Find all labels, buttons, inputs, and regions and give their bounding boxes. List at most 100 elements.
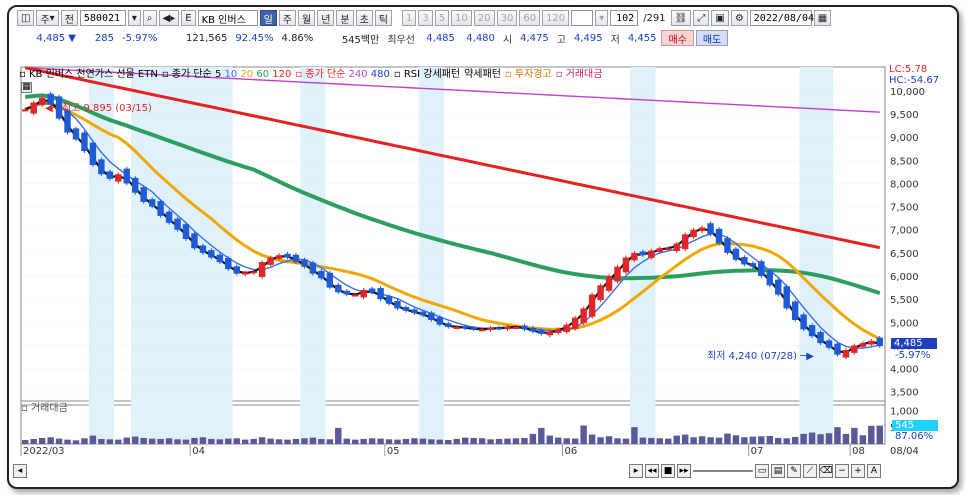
candle-body — [233, 266, 240, 274]
volume-bar — [351, 439, 359, 444]
legend-ma: ▫ 종가 단순 5 10 20 60 120 — [161, 69, 292, 80]
candle-body — [749, 263, 757, 267]
zoom-out-icon[interactable]: − — [835, 464, 849, 478]
candle-body — [368, 288, 376, 293]
candle-body — [876, 337, 883, 347]
volume-bar — [766, 435, 773, 444]
chart-nav: ▸ ◂◂ ■ ▸▸ ▭ ▤ ✎ ⟋ ⌫ − + A — [629, 463, 881, 479]
volume-bar — [724, 433, 731, 444]
nav-stop-icon[interactable]: ■ — [661, 464, 675, 478]
candle-body — [157, 201, 164, 216]
candle-body — [402, 307, 410, 311]
erase-icon[interactable]: ⌫ — [819, 464, 833, 478]
volume-bar — [55, 438, 63, 444]
candle-body — [555, 329, 562, 333]
candle-body — [758, 261, 765, 277]
volume-bar — [22, 439, 29, 444]
candle-body — [656, 248, 664, 252]
shade-region — [300, 67, 326, 444]
candle-body — [81, 132, 88, 152]
chart-window: ◫ 주 ▾ 전 580021 ▾ ⌕ ◀▸ E KB 인버스 일 주 월 년 분 … — [7, 5, 959, 489]
candle-body — [639, 251, 647, 256]
volume-bar — [690, 437, 697, 444]
high-annotation: ◀─ 최고 9,895 (03/15) — [45, 103, 152, 114]
volume-bar — [571, 438, 579, 444]
candle-body — [859, 343, 867, 347]
table-toggle-icon[interactable]: ▦ — [21, 82, 32, 93]
volume-bar — [368, 438, 376, 444]
candle-body — [377, 288, 384, 300]
price-axis-label: 7,000 — [890, 226, 919, 237]
volume-bar — [267, 438, 274, 444]
candle-body — [165, 211, 173, 223]
volume-bar — [461, 437, 469, 444]
candle-body — [614, 266, 621, 282]
current-pct-tag: -5.97% — [895, 350, 931, 361]
candle-body — [580, 308, 587, 324]
volume-bar — [335, 427, 342, 444]
volume-bar — [98, 438, 105, 444]
candle-body — [89, 142, 97, 165]
trend-icon[interactable]: ⟋ — [803, 464, 817, 478]
candle-body — [512, 326, 520, 329]
volume-bar — [656, 438, 664, 444]
candle-body — [563, 324, 570, 333]
volume-bar — [851, 427, 858, 444]
nav-next-icon[interactable]: ▸ — [629, 464, 643, 478]
candle-body — [631, 252, 638, 261]
candle-body — [588, 294, 596, 317]
price-axis-label: 7,500 — [890, 203, 919, 214]
volume-bar — [732, 435, 740, 444]
candle-body — [216, 254, 224, 263]
candle-body — [318, 270, 325, 279]
zoom-in-icon[interactable]: + — [851, 464, 865, 478]
candle-body — [225, 257, 232, 270]
volume-bar — [284, 439, 291, 444]
candle-body — [436, 317, 444, 325]
volume-bar — [749, 436, 757, 444]
candle-body — [30, 102, 37, 114]
volume-bar — [470, 437, 477, 444]
nav-last-icon[interactable]: ▸▸ — [677, 464, 691, 478]
font-icon[interactable]: A — [867, 464, 881, 478]
grid-icon[interactable]: ▤ — [771, 464, 785, 478]
volume-bar — [275, 439, 283, 444]
volume-bar — [258, 437, 266, 444]
volume-bar — [758, 436, 765, 444]
draw-icon[interactable]: ✎ — [787, 464, 801, 478]
zoom-slider[interactable] — [693, 470, 753, 472]
scroll-left-icon[interactable]: ◂ — [13, 464, 27, 478]
time-axis-label: 04 — [192, 446, 205, 457]
volume-bar — [665, 438, 672, 444]
layout-icon[interactable]: ▭ — [755, 464, 769, 478]
nav-first-icon[interactable]: ◂◂ — [645, 464, 659, 478]
volume-bar — [241, 439, 249, 444]
price-axis-label: 8,000 — [890, 179, 919, 190]
volume-bar — [563, 438, 570, 444]
volume-bar — [478, 438, 486, 444]
candle-body — [521, 325, 528, 330]
candle-body — [182, 224, 190, 239]
candle-body — [461, 326, 469, 329]
volume-bar — [47, 437, 54, 444]
volume-bar — [842, 433, 850, 444]
hc-label: HC:-54.67 — [889, 75, 940, 86]
candle-body — [419, 311, 427, 316]
candle-body — [292, 254, 300, 263]
volume-bar — [106, 439, 114, 444]
candle-body — [538, 330, 545, 334]
volume-bar — [81, 438, 88, 444]
volume-bar — [292, 438, 300, 444]
volume-bar — [250, 438, 257, 444]
volume-bar — [546, 435, 554, 444]
candle-body — [335, 284, 342, 293]
candle-body — [487, 327, 494, 331]
candle-body — [309, 262, 317, 274]
candle-body — [428, 312, 435, 320]
candle-body — [123, 168, 130, 184]
candle-body — [22, 109, 29, 112]
volume-bar — [377, 438, 384, 444]
candle-body — [648, 250, 655, 258]
volume-bar — [191, 437, 198, 444]
candle-body — [351, 294, 359, 297]
